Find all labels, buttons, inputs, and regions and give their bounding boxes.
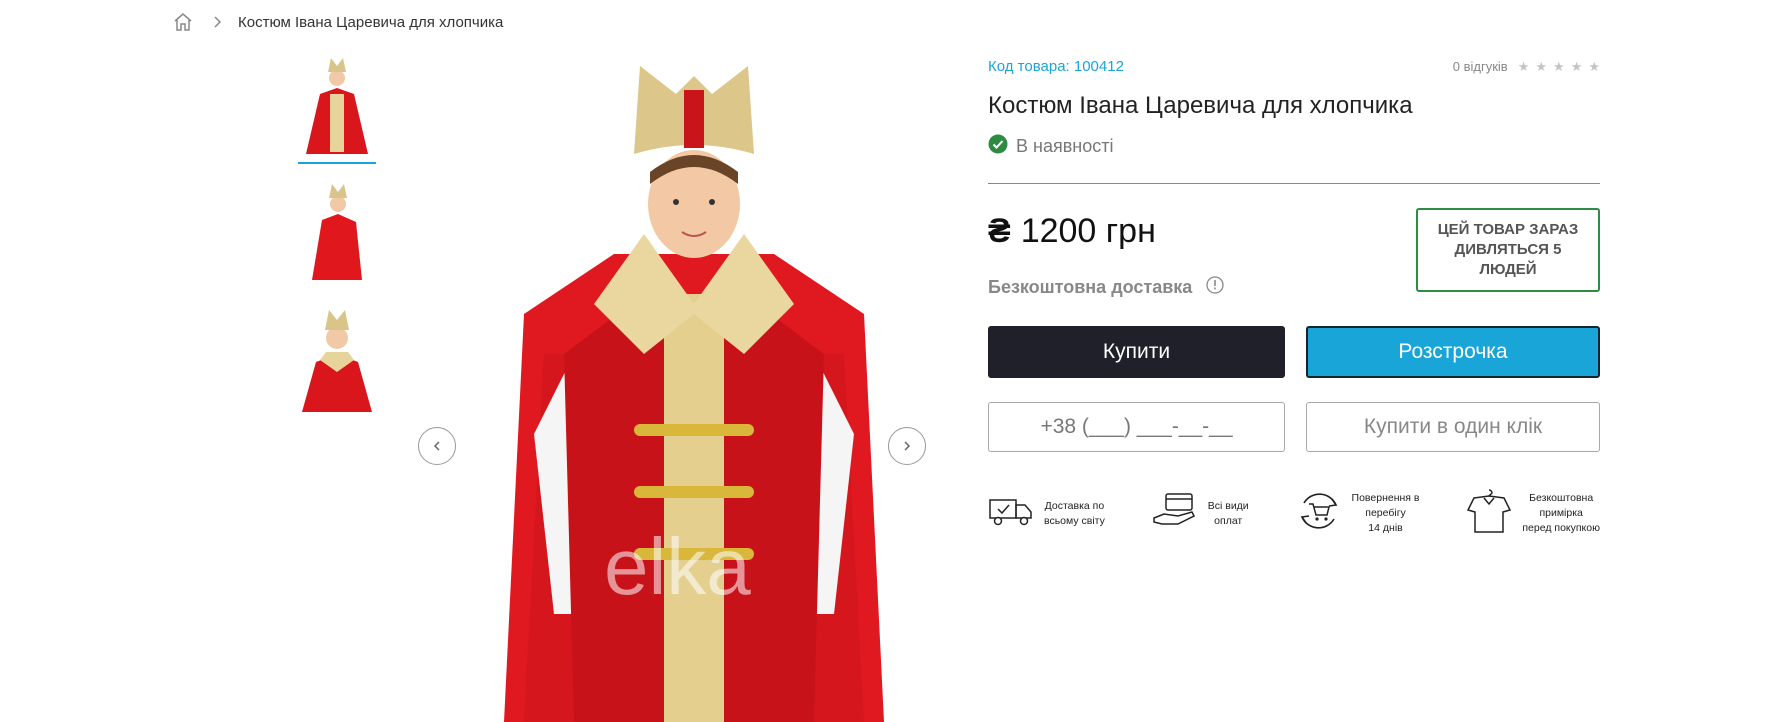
feature-text-line: примірка [1539, 507, 1583, 519]
stock-label: В наявності [1016, 136, 1114, 156]
product-code: Код товара: 100412 [988, 57, 1124, 75]
delivery-label: Безкоштовна доставка [988, 277, 1193, 297]
price-value: 1200 грн [1020, 212, 1156, 250]
reviews-summary[interactable]: 0 відгуків ★ ★ ★ ★ ★ [1453, 59, 1600, 74]
feature-text-line: Безкоштовна [1529, 492, 1594, 504]
currency-symbol: ₴ [988, 212, 1011, 250]
fitting-shirt-icon [1466, 488, 1512, 539]
feature-text-line: оплат [1214, 514, 1243, 527]
delivery-truck-icon [988, 494, 1034, 533]
product-main-image[interactable]: elka [454, 54, 934, 722]
installment-button[interactable]: Розстрочка [1306, 326, 1600, 378]
thumbnail-list [298, 54, 376, 426]
reviews-count[interactable]: 0 відгуків [1453, 59, 1508, 74]
feature-return: Повернення в перебігу 14 днів [1296, 488, 1420, 539]
return-cart-icon [1296, 489, 1342, 538]
feature-text-line: Доставка по [1044, 499, 1105, 512]
feature-text-line: 14 днів [1368, 522, 1403, 534]
one-click-buy-button[interactable]: Купити в один клік [1306, 402, 1600, 452]
buy-button[interactable]: Купити [988, 326, 1285, 378]
viewers-badge: ЦЕЙ ТОВАР ЗАРАЗ ДИВЛЯТЬСЯ 5 ЛЮДЕЙ [1416, 208, 1600, 292]
gallery-next-button[interactable] [888, 427, 926, 465]
watermark-text: elka [604, 522, 751, 611]
gallery-prev-button[interactable] [418, 427, 456, 465]
star-icon[interactable]: ★ [1518, 60, 1530, 73]
product-info: Код товара: 100412 0 відгуків ★ ★ ★ ★ ★ … [988, 54, 1600, 539]
thumbnail-front[interactable] [298, 54, 376, 164]
feature-text-line: перед покупкою [1522, 522, 1600, 534]
divider [988, 183, 1600, 184]
feature-text-line: Всі види [1207, 499, 1249, 512]
payment-card-icon [1152, 492, 1198, 535]
feature-payment: Всі види оплат [1152, 488, 1249, 539]
phone-input[interactable] [988, 402, 1285, 452]
feature-text-line: всьому світу [1044, 514, 1105, 527]
breadcrumb-current: Костюм Івана Царевича для хлопчика [238, 13, 504, 31]
product-title: Костюм Івана Царевича для хлопчика [988, 92, 1413, 119]
star-icon[interactable]: ★ [1553, 60, 1565, 73]
check-circle-icon [988, 134, 1008, 159]
chevron-left-icon [433, 441, 440, 451]
thumbnail-side[interactable] [298, 178, 376, 288]
chevron-right-icon [904, 441, 911, 451]
star-icon[interactable]: ★ [1535, 60, 1547, 73]
stock-status: В наявності [988, 134, 1600, 159]
home-icon[interactable] [172, 11, 194, 33]
feature-fitting: Безкоштовна примірка перед покупкою [1466, 488, 1600, 539]
feature-text-line: Повернення в [1351, 492, 1420, 504]
star-icon[interactable]: ★ [1571, 60, 1583, 73]
feature-text-line: перебігу [1365, 507, 1406, 519]
rating-stars[interactable]: ★ ★ ★ ★ ★ [1518, 60, 1600, 73]
product-price: ₴ 1200 грн [988, 212, 1156, 251]
free-delivery: Безкоштовна доставка [988, 276, 1224, 299]
breadcrumb: Костюм Івана Царевича для хлопчика [172, 10, 503, 34]
chevron-right-icon [210, 14, 226, 30]
star-icon[interactable]: ★ [1588, 60, 1600, 73]
feature-delivery: Доставка по всьому світу [988, 488, 1105, 539]
info-icon[interactable] [1206, 276, 1224, 299]
feature-list: Доставка по всьому світу Всі види оплат … [988, 488, 1600, 539]
thumbnail-closeup[interactable] [298, 302, 376, 412]
